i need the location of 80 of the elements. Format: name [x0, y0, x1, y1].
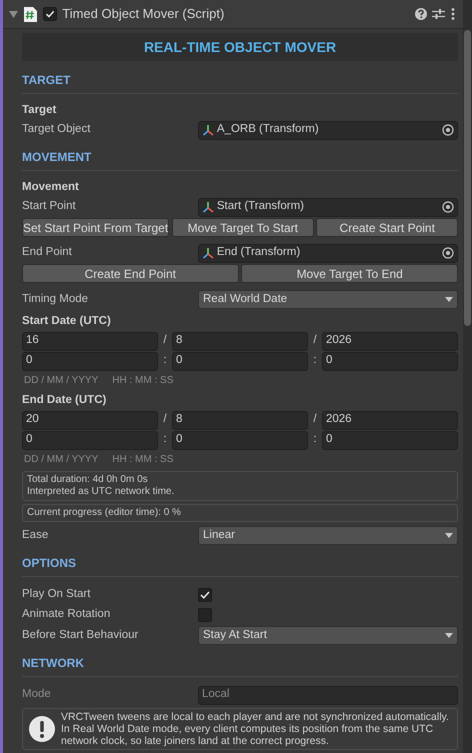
- date-label: End Date (UTC): [22, 393, 108, 408]
- field-label: Mode: [22, 687, 52, 702]
- check-icon: [200, 591, 210, 599]
- separator: /: [312, 412, 318, 428]
- separator: /: [312, 333, 318, 348]
- field-value: A_ORB (Transform): [216, 122, 320, 138]
- separator: :: [312, 353, 318, 368]
- dropdown[interactable]: Stay At Start: [198, 626, 458, 645]
- date-label: Start Date (UTC): [22, 314, 112, 329]
- separator: :: [162, 353, 168, 368]
- number-field[interactable]: 16: [22, 332, 158, 350]
- field-value: Start (Transform): [216, 199, 305, 214]
- group-label: Target: [22, 103, 58, 118]
- info-text: Total duration: 4d 0h 0m 0s Interpreted as UTC network time.: [27, 474, 176, 498]
- number-field[interactable]: 0: [172, 430, 308, 450]
- warning-icon: [29, 716, 55, 742]
- group-label: Movement: [22, 180, 80, 195]
- foldout-arrow-icon[interactable]: [9, 10, 18, 18]
- action-button[interactable]: Set Start Point From Target: [22, 218, 170, 236]
- number-field[interactable]: 0: [322, 430, 458, 450]
- separator: :: [312, 432, 318, 448]
- info-text: Current progress (editor time): 0 %: [27, 507, 182, 519]
- section-heading: MOVEMENT: [22, 140, 458, 171]
- checkbox[interactable]: [198, 588, 212, 602]
- object-picker-icon[interactable]: [442, 124, 454, 136]
- transform-icon: [202, 247, 214, 259]
- object-picker-icon[interactable]: [442, 201, 454, 213]
- action-button[interactable]: Create Start Point: [316, 218, 458, 236]
- number-field[interactable]: 8: [172, 332, 308, 350]
- component-title: Timed Object Mover (Script): [62, 5, 226, 24]
- format-hint: DD / MM / YYYY: [24, 452, 98, 466]
- format-hint: HH : MM : SS: [112, 374, 174, 388]
- field-label: Start Point: [22, 199, 77, 214]
- action-button[interactable]: Create End Point: [22, 264, 239, 282]
- number-field[interactable]: 2026: [322, 332, 458, 350]
- script-icon: [24, 6, 37, 22]
- section-heading: OPTIONS: [22, 546, 458, 577]
- scrollbar-thumb[interactable]: [464, 30, 471, 326]
- action-button[interactable]: Move Target To Start: [172, 218, 314, 236]
- dropdown[interactable]: Linear: [198, 526, 458, 545]
- object-field[interactable]: Start (Transform): [198, 198, 458, 216]
- field-label: Before Start Behaviour: [22, 628, 140, 643]
- object-picker-icon[interactable]: [442, 247, 454, 259]
- separator: /: [162, 412, 168, 428]
- section-heading: TARGET: [22, 63, 458, 94]
- banner-title: REAL-TIME OBJECT MOVER: [22, 33, 458, 61]
- number-field[interactable]: 8: [172, 410, 308, 430]
- object-field[interactable]: End (Transform): [198, 244, 458, 262]
- caret-icon: [445, 297, 453, 302]
- help-icon[interactable]: [414, 8, 426, 20]
- transform-icon: [202, 124, 214, 136]
- section-heading: NETWORK: [22, 646, 458, 677]
- field-label: Ease: [22, 528, 50, 543]
- caret-icon: [445, 533, 453, 538]
- format-hint: HH : MM : SS: [112, 452, 174, 466]
- field-value: End (Transform): [216, 245, 302, 260]
- more-menu-icon[interactable]: [451, 8, 455, 20]
- format-hint: DD / MM / YYYY: [24, 374, 98, 388]
- enabled-checkbox[interactable]: [42, 7, 56, 21]
- number-field[interactable]: 2026: [322, 410, 458, 430]
- field-label: Target Object: [22, 122, 92, 138]
- dropdown[interactable]: Real World Date: [198, 290, 458, 309]
- number-field[interactable]: 0: [22, 430, 158, 450]
- separator: /: [162, 333, 168, 348]
- separator: :: [162, 432, 168, 448]
- action-button[interactable]: Move Target To End: [241, 264, 458, 282]
- number-field[interactable]: 0: [22, 352, 158, 370]
- settings-sliders-icon[interactable]: [432, 8, 446, 20]
- transform-icon: [202, 201, 214, 213]
- object-field[interactable]: A_ORB (Transform): [198, 120, 458, 140]
- field-label: Play On Start: [22, 587, 92, 602]
- caret-icon: [445, 633, 453, 638]
- field-label: Animate Rotation: [22, 607, 112, 622]
- field-label: Timing Mode: [22, 292, 90, 307]
- number-field[interactable]: 20: [22, 410, 158, 430]
- field-label: End Point: [22, 245, 73, 260]
- number-field[interactable]: 0: [172, 352, 308, 370]
- checkbox[interactable]: [198, 608, 212, 622]
- number-field[interactable]: 0: [322, 352, 458, 370]
- help-message: VRCTween tweens are local to each player and are not synchronized automatically. In Real World Date mode, every client computes its position from the same UTC network clock, so late joiners land at the correct progress.: [61, 711, 450, 747]
